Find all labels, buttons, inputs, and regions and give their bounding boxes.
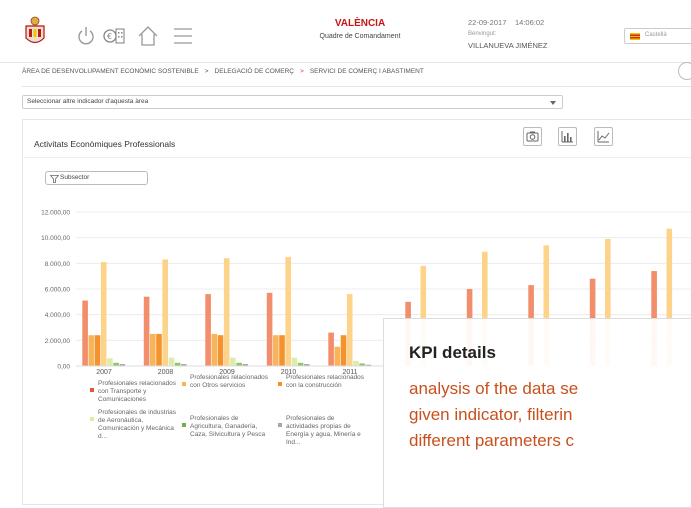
flag-icon xyxy=(630,33,640,40)
y-tick-label: 2.000,00 xyxy=(45,338,71,345)
bar xyxy=(230,357,236,366)
line-chart-button[interactable] xyxy=(594,127,613,146)
subsector-filter[interactable]: Subsector xyxy=(45,171,148,185)
bar xyxy=(328,332,334,366)
bar xyxy=(100,262,107,366)
legend-label: Profesionales de actividades propias de … xyxy=(286,415,361,446)
breadcrumb-separator: > xyxy=(204,68,209,75)
power-icon[interactable] xyxy=(76,24,96,48)
bar xyxy=(150,333,156,366)
bar xyxy=(334,346,341,366)
app-subtitle: Quadre de Comandament xyxy=(319,33,401,40)
chevron-down-icon xyxy=(550,101,556,105)
kpi-details-line: analysis of the data se xyxy=(409,379,579,398)
user-name: VILLANUEVA JIMÉNEZ xyxy=(468,41,548,50)
indicator-select[interactable]: Seleccionar altre indicador d'aquesta àr… xyxy=(22,95,563,109)
bar xyxy=(273,335,279,366)
bar xyxy=(340,335,347,366)
bar xyxy=(143,296,150,366)
divider xyxy=(22,86,691,87)
breadcrumb-separator: > xyxy=(300,68,304,75)
x-tick-label: 2008 xyxy=(158,369,174,376)
svg-text:€: € xyxy=(107,32,112,41)
bar xyxy=(94,335,101,366)
indicator-select-value: Seleccionar altre indicador d'aquesta àr… xyxy=(27,98,149,105)
legend-swatch xyxy=(278,382,282,386)
bar-chart-button[interactable] xyxy=(558,127,577,146)
kpi-details-line: given indicator, filterin xyxy=(409,405,573,424)
breadcrumb-item-area[interactable]: ÀREA DE DESENVOLUPAMENT ECONÒMIC SOSTENI… xyxy=(22,68,199,75)
bar xyxy=(162,259,168,366)
panel-divider xyxy=(22,157,691,158)
bar xyxy=(217,335,224,366)
y-tick-label: 6.000,00 xyxy=(45,287,71,294)
legend-label: Profesionales relacionados con Otros ser… xyxy=(190,374,269,389)
current-date: 22-09-2017 xyxy=(468,18,507,27)
bar xyxy=(107,358,113,366)
bar xyxy=(211,333,218,366)
bar xyxy=(205,294,211,366)
bar xyxy=(168,357,175,366)
legend-swatch xyxy=(90,417,94,421)
legend-swatch xyxy=(182,382,186,386)
legend-label: Profesionales de Agricultura, Ganadería,… xyxy=(190,415,266,438)
welcome-label: Benvingut: xyxy=(468,31,497,37)
line-chart-icon xyxy=(597,131,610,143)
legend-label: Profesionales relacionados con Transport… xyxy=(98,380,177,403)
bar xyxy=(88,335,95,366)
bar xyxy=(279,335,285,366)
panel-title: Activitats Econòmiques Professionals xyxy=(34,139,176,149)
menu-icon[interactable] xyxy=(172,24,194,48)
bar xyxy=(346,294,353,366)
language-select[interactable]: Castellà xyxy=(624,28,691,44)
bar xyxy=(285,256,291,366)
bar xyxy=(223,258,230,366)
y-tick-label: 0,00 xyxy=(57,364,70,371)
kpi-details-line: different parameters c xyxy=(409,431,575,450)
bar-chart-icon xyxy=(561,131,573,143)
y-tick-label: 10.000,00 xyxy=(41,235,70,242)
legend-swatch xyxy=(90,388,94,392)
bar xyxy=(156,333,162,366)
city-title: VALÈNCIA xyxy=(334,18,386,29)
current-time: 14:06:02 xyxy=(515,18,545,27)
breadcrumb-item-servici[interactable]: SERVICI DE COMERÇ I ABASTIMENT xyxy=(310,68,424,75)
y-tick-label: 4.000,00 xyxy=(45,312,71,319)
language-label: Castellà xyxy=(645,32,667,38)
breadcrumb-item-delegacio[interactable]: DELEGACIÓ DE COMERÇ xyxy=(215,68,294,75)
kpi-details-title: KPI details xyxy=(409,343,496,362)
x-tick-label: 2007 xyxy=(96,369,112,376)
camera-button[interactable] xyxy=(523,127,542,146)
legend-label: Profesionales de industrias de Aeronáuti… xyxy=(98,409,177,440)
city-logo xyxy=(25,16,45,44)
legend-swatch xyxy=(182,423,186,427)
breadcrumb: ÀREA DE DESENVOLUPAMENT ECONÒMIC SOSTENI… xyxy=(22,68,424,75)
home-icon[interactable] xyxy=(137,24,159,48)
subsector-filter-label: Subsector xyxy=(60,174,90,181)
bar xyxy=(291,357,298,366)
bar xyxy=(82,300,88,366)
camera-icon xyxy=(526,131,539,142)
budget-icon[interactable]: € xyxy=(102,24,126,48)
legend-swatch xyxy=(278,423,282,427)
legend-label: Profesionales relacionados con la constr… xyxy=(286,374,365,389)
y-tick-label: 12.000,00 xyxy=(41,210,70,217)
y-tick-label: 8.000,00 xyxy=(45,261,71,268)
filter-icon xyxy=(50,175,59,183)
bar xyxy=(266,292,273,366)
search-circle-button[interactable] xyxy=(678,62,691,80)
bar xyxy=(353,360,359,366)
